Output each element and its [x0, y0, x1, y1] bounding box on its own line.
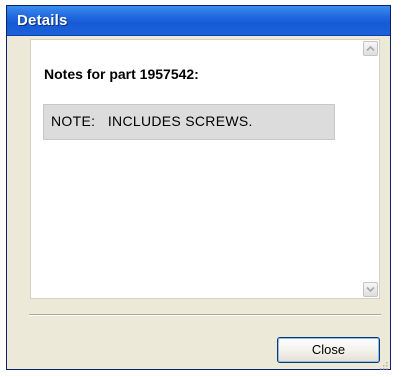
note-text: NOTE: INCLUDES SCREWS.	[51, 113, 253, 129]
scroll-up-button[interactable]	[363, 41, 378, 56]
note-box: NOTE: INCLUDES SCREWS.	[43, 104, 335, 140]
close-button[interactable]: Close	[277, 337, 380, 363]
window-title: Details	[17, 12, 68, 29]
title-bar[interactable]: Details	[7, 6, 390, 36]
scroll-down-button[interactable]	[363, 282, 378, 297]
details-dialog: Details Notes for part 1957542: NOTE: IN…	[6, 5, 391, 370]
notes-panel: Notes for part 1957542: NOTE: INCLUDES S…	[30, 39, 380, 299]
notes-heading: Notes for part 1957542:	[44, 66, 199, 82]
vertical-scrollbar[interactable]	[362, 40, 379, 298]
resize-grip-icon[interactable]	[378, 357, 388, 370]
separator	[29, 314, 381, 316]
